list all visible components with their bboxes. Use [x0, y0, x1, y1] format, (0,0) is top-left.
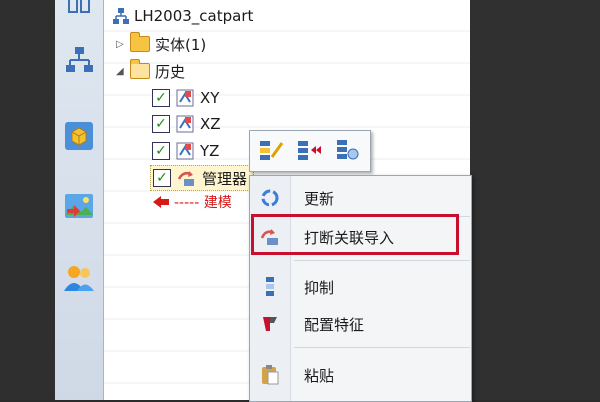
tree-item-solid[interactable]: ▷ 实体(1)	[116, 32, 207, 55]
left-arrow-icon	[153, 196, 169, 208]
highlight-box	[251, 214, 459, 255]
users-icon[interactable]	[63, 262, 95, 294]
plane-xz-label: XZ	[200, 115, 221, 133]
background-right	[470, 0, 600, 400]
menu-item-configure-feature[interactable]: 配置特征	[250, 309, 471, 339]
import-manager-icon	[177, 171, 194, 186]
visibility-checkbox[interactable]: ✓	[153, 169, 171, 187]
image-resources-icon[interactable]	[63, 190, 95, 222]
tree-item-solid-label: 实体(1)	[155, 35, 207, 54]
menu-item-paste[interactable]: 粘贴	[250, 360, 471, 390]
tree-item-manager[interactable]: ✓ 管理器	[150, 165, 255, 191]
plane-icon	[176, 115, 194, 133]
context-menu: 更新 打断关联导入 抑制 配置特征 粘贴	[249, 175, 472, 402]
hierarchy-icon[interactable]	[63, 44, 95, 76]
visibility-checkbox[interactable]: ✓	[152, 115, 170, 133]
menu-item-update-label: 更新	[304, 189, 335, 208]
rollback-marker-label: ----- 建模	[174, 195, 232, 211]
feature-properties-icon[interactable]	[334, 137, 360, 163]
background-left	[0, 0, 55, 400]
side-icon-bar	[55, 0, 104, 400]
menu-item-update[interactable]: 更新	[250, 183, 471, 213]
visibility-checkbox[interactable]: ✓	[152, 142, 170, 160]
tree-item-history-label: 历史	[155, 62, 186, 81]
tree-root[interactable]: LH2003_catpart	[112, 5, 253, 27]
tree-item-plane-xz[interactable]: ✓ XZ	[152, 113, 221, 135]
rollback-icon[interactable]	[296, 137, 322, 163]
menu-item-suppress-label: 抑制	[304, 278, 335, 297]
refresh-icon	[261, 189, 279, 207]
visibility-checkbox[interactable]: ✓	[152, 89, 170, 107]
tree-item-plane-xy[interactable]: ✓ XY	[152, 87, 219, 109]
menu-separator	[294, 260, 470, 261]
tree-item-history[interactable]: ◢ 历史	[116, 59, 186, 82]
menu-item-configure-feature-label: 配置特征	[304, 315, 365, 334]
expand-arrow-icon[interactable]: ▷	[116, 39, 130, 50]
edit-feature-icon[interactable]	[258, 137, 284, 163]
menu-item-paste-label: 粘贴	[304, 366, 335, 385]
collapse-arrow-icon[interactable]: ◢	[116, 66, 130, 77]
menu-separator	[294, 347, 470, 348]
folder-icon	[130, 32, 150, 52]
tree-item-manager-label: 管理器	[202, 169, 248, 188]
mini-toolbar	[249, 130, 371, 172]
assembly-tree-icon	[113, 8, 129, 24]
rollback-marker[interactable]: ----- 建模	[152, 191, 232, 213]
configure-feature-icon	[263, 317, 277, 331]
tree-item-plane-yz[interactable]: ✓ YZ	[152, 140, 219, 162]
paste-icon	[262, 365, 279, 385]
plane-icon	[176, 89, 194, 107]
history-tab-icon[interactable]	[63, 0, 95, 24]
plane-xy-label: XY	[200, 89, 220, 107]
tree-root-label: LH2003_catpart	[134, 7, 254, 25]
open-folder-icon	[130, 59, 150, 79]
part-box-icon[interactable]	[63, 120, 95, 152]
plane-yz-label: YZ	[200, 142, 220, 160]
menu-item-suppress[interactable]: 抑制	[250, 272, 471, 302]
plane-icon	[176, 142, 194, 160]
suppress-icon	[266, 277, 274, 296]
